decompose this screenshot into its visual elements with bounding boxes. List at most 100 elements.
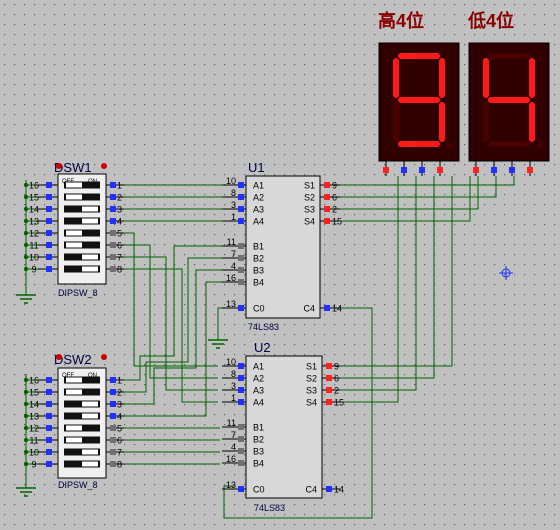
pin-label: B1 [253, 242, 264, 252]
pin-number: 1 [117, 181, 122, 191]
dip-switch-lever[interactable] [66, 437, 82, 443]
pin-marker [46, 437, 52, 443]
pin-number: 11 [29, 436, 38, 446]
pin-number: 4 [231, 442, 236, 452]
pin-marker [326, 486, 332, 492]
pin-number: 8 [231, 188, 236, 198]
pin-number: 3 [231, 381, 236, 391]
pin-marker [110, 389, 116, 395]
pin-number: 7 [117, 253, 122, 263]
pin-number: 13 [29, 412, 39, 422]
dip-switch-lever[interactable] [82, 413, 98, 419]
segment-dp [447, 143, 453, 149]
dip-switch-lever[interactable] [66, 230, 82, 236]
pin-marker [238, 182, 244, 188]
pin-number: 3 [231, 200, 236, 210]
dip-switch-lever[interactable] [66, 194, 82, 200]
pin-marker [324, 218, 330, 224]
dip-switch-lever[interactable] [66, 182, 82, 188]
pin-number: 10 [226, 357, 236, 367]
pin-marker [110, 377, 116, 383]
dip-switch-lever[interactable] [66, 377, 82, 383]
pin-marker [326, 399, 332, 405]
pin-marker [238, 448, 244, 454]
pin-number: 14 [334, 485, 344, 495]
pin-number: 15 [29, 388, 39, 398]
pin-number: 16 [226, 454, 236, 464]
pin-label: S1 [304, 181, 315, 191]
pin-marker [473, 167, 479, 173]
u2-ref-label: U2 [254, 340, 271, 355]
dip-switch-lever[interactable] [82, 461, 98, 467]
pin-label: A1 [253, 181, 264, 191]
pin-marker [238, 375, 244, 381]
pin-marker [110, 425, 116, 431]
pin-label: A2 [253, 193, 264, 203]
pin-number: 9 [31, 265, 36, 275]
pin-marker [437, 167, 443, 173]
pin-marker [238, 206, 244, 212]
pin-marker [491, 167, 497, 173]
dip-switch-lever[interactable] [66, 242, 82, 248]
pin-label: A1 [253, 362, 264, 372]
pin-number: 4 [117, 217, 122, 227]
pin-number: 13 [226, 299, 236, 309]
dip-switch-lever[interactable] [82, 401, 98, 407]
pin-marker [110, 206, 116, 212]
pin-marker [419, 167, 425, 173]
dip-switch-lever[interactable] [66, 389, 82, 395]
pin-label: S3 [304, 205, 315, 215]
display-high-title: 高4位 [378, 10, 424, 31]
pin-number: 6 [334, 374, 339, 384]
pin-number: 2 [332, 205, 337, 215]
dsw1-type-label: DIPSW_8 [58, 288, 98, 298]
pin-label: C4 [303, 304, 315, 314]
pin-label: A3 [253, 386, 264, 396]
pin-marker [238, 460, 244, 466]
pin-number: 6 [117, 436, 122, 446]
pin-number: 15 [332, 217, 342, 227]
pin-marker [46, 449, 52, 455]
dip-switch-lever[interactable] [66, 425, 82, 431]
pin-number: 9 [332, 181, 337, 191]
pin-marker [238, 194, 244, 200]
pin-marker [110, 461, 116, 467]
pin-number: 4 [231, 261, 236, 271]
pin-marker [238, 387, 244, 393]
pin-number: 1 [117, 376, 122, 386]
dip-switch-lever[interactable] [82, 266, 98, 272]
dip-switch-lever[interactable] [82, 254, 98, 260]
pin-number: 1 [231, 393, 236, 403]
pin-number: 14 [29, 400, 39, 410]
pin-label: C0 [253, 485, 265, 495]
dip-switch-lever[interactable] [82, 206, 98, 212]
pin-number: 5 [117, 424, 122, 434]
pin-marker [46, 401, 52, 407]
pin-number: 6 [332, 193, 337, 203]
pin-marker [238, 305, 244, 311]
pin-number: 3 [117, 400, 122, 410]
pin-marker [110, 254, 116, 260]
pin-number: 2 [334, 386, 339, 396]
u2-part-label: 74LS83 [254, 503, 285, 513]
pin-number: 12 [29, 229, 39, 239]
schematic-canvas[interactable]: DSW1 OFF ON 161514131211109 12345678 DIP… [0, 0, 560, 530]
pin-marker [110, 182, 116, 188]
pin-marker [110, 437, 116, 443]
pin-label: A3 [253, 205, 264, 215]
dip-switch-lever[interactable] [82, 449, 98, 455]
pin-number: 15 [29, 193, 39, 203]
pin-marker [110, 218, 116, 224]
pin-marker [509, 167, 515, 173]
pin-marker [238, 279, 244, 285]
pin-label: C4 [305, 485, 317, 495]
pin-marker [46, 425, 52, 431]
dip-switch-lever[interactable] [82, 218, 98, 224]
pin-marker [326, 387, 332, 393]
pin-number: 4 [117, 412, 122, 422]
pin-marker [46, 218, 52, 224]
pin-marker [383, 167, 389, 173]
pin-number: 5 [117, 229, 122, 239]
pin-number: 15 [334, 398, 344, 408]
pin-number: 2 [117, 193, 122, 203]
